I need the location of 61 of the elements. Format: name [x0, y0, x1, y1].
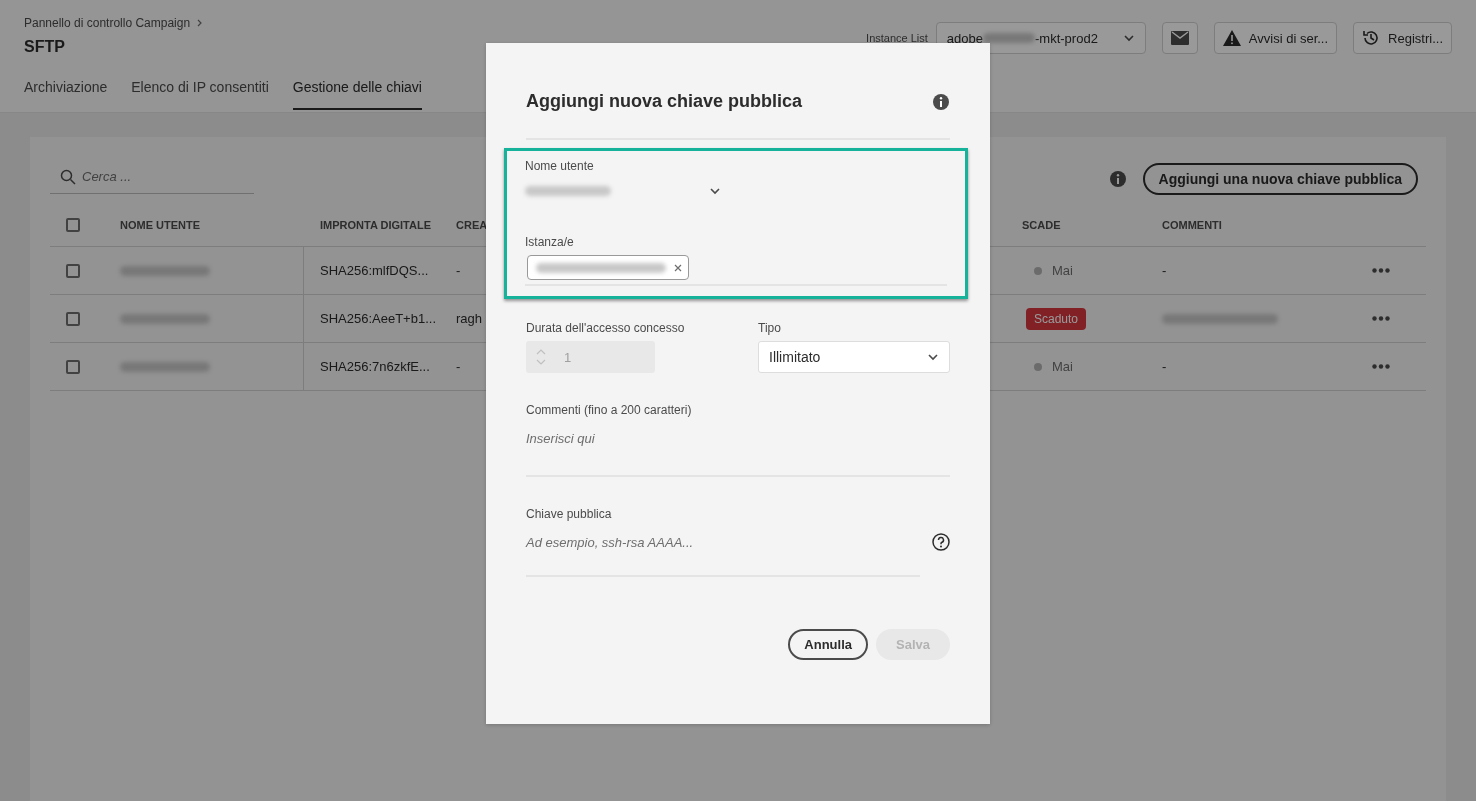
page-title: SFTP — [24, 38, 66, 56]
expired-badge: Scaduto — [1026, 307, 1087, 330]
public-key-field[interactable]: Ad esempio, ssh-rsa AAAA... — [526, 534, 694, 550]
status-dot — [1034, 362, 1042, 371]
column-header: NOME UTENTE — [120, 218, 201, 231]
table-cell: - — [1162, 263, 1167, 278]
table-cell: - — [1162, 359, 1167, 374]
dialog-title: Aggiungi nuova chiave pubblica — [526, 91, 803, 112]
mail-button[interactable] — [1161, 22, 1198, 54]
table-cell: Mai — [1052, 263, 1073, 278]
chevron-down-icon — [927, 351, 939, 363]
field-label: Durata dell'accesso concesso — [526, 321, 686, 335]
cancel-button[interactable]: Annulla — [788, 629, 868, 660]
instance-dropdown[interactable]: adobe -mkt-prod2 — [935, 22, 1146, 54]
table-cell: ragh — [456, 311, 483, 326]
blurred-text — [983, 33, 1035, 43]
close-icon[interactable] — [674, 263, 682, 272]
stepper-arrows-icon — [536, 347, 546, 367]
tab[interactable]: Elenco di IP consentiti — [131, 79, 269, 110]
column-header: CREA — [456, 218, 488, 231]
breadcrumb-link[interactable]: Pannello di controllo Campaign — [24, 16, 191, 30]
table-cell-text: SHA256:7n6zkfE... — [319, 359, 430, 374]
type-dropdown[interactable]: Illimitato — [758, 341, 950, 373]
table-cell-text: SHA256:mlfDQS... — [319, 263, 429, 278]
tab[interactable]: Archiviazione — [24, 79, 108, 110]
select-all-checkbox[interactable] — [66, 217, 80, 232]
field-label: Chiave pubblica — [526, 507, 613, 521]
more-icon[interactable] — [1372, 268, 1390, 273]
help-icon[interactable] — [932, 533, 950, 551]
field-label: Tipo — [758, 321, 782, 335]
row-checkbox[interactable] — [66, 263, 80, 278]
column-header: IMPRONTA DIGITALE — [319, 218, 431, 231]
search-field[interactable]: Cerca ... — [50, 164, 254, 194]
warning-icon — [1222, 30, 1241, 46]
more-icon[interactable] — [1372, 364, 1390, 369]
row-checkbox[interactable] — [66, 359, 80, 374]
search-icon — [60, 168, 76, 185]
instance-label: Instance List — [866, 32, 928, 44]
table-cell-text: SHA256:AeeT+b1... — [319, 311, 436, 326]
table-cell: - — [456, 359, 461, 374]
more-icon[interactable] — [1372, 316, 1390, 321]
field-label: Nome utente — [525, 159, 595, 173]
status-dot — [1034, 266, 1042, 275]
table-cell: Mai — [1052, 359, 1073, 374]
row-checkbox[interactable] — [66, 311, 80, 326]
info-icon[interactable] — [1108, 170, 1127, 188]
column-header: SCADE — [1022, 218, 1061, 231]
chevron-down-icon — [709, 185, 721, 197]
comments-field[interactable]: Commenti (fino a 200 caratteri) Inserisci qui — [526, 403, 950, 477]
logs-button[interactable]: Registri... — [1353, 22, 1452, 54]
tab[interactable]: Gestione delle chiavi — [292, 79, 422, 110]
info-icon[interactable] — [932, 92, 950, 111]
field-label: Istanza/e — [525, 235, 575, 249]
alerts-button[interactable]: Avvisi di ser... — [1213, 22, 1338, 54]
history-icon — [1362, 29, 1381, 47]
chevron-down-icon — [1122, 32, 1135, 44]
instance-tag[interactable] — [527, 255, 689, 280]
envelope-icon — [1170, 31, 1189, 45]
table-cell: - — [456, 263, 461, 278]
column-header: COMMENTI — [1162, 218, 1222, 231]
add-key-button[interactable]: Aggiungi una nuova chiave pubblica — [1142, 163, 1418, 195]
